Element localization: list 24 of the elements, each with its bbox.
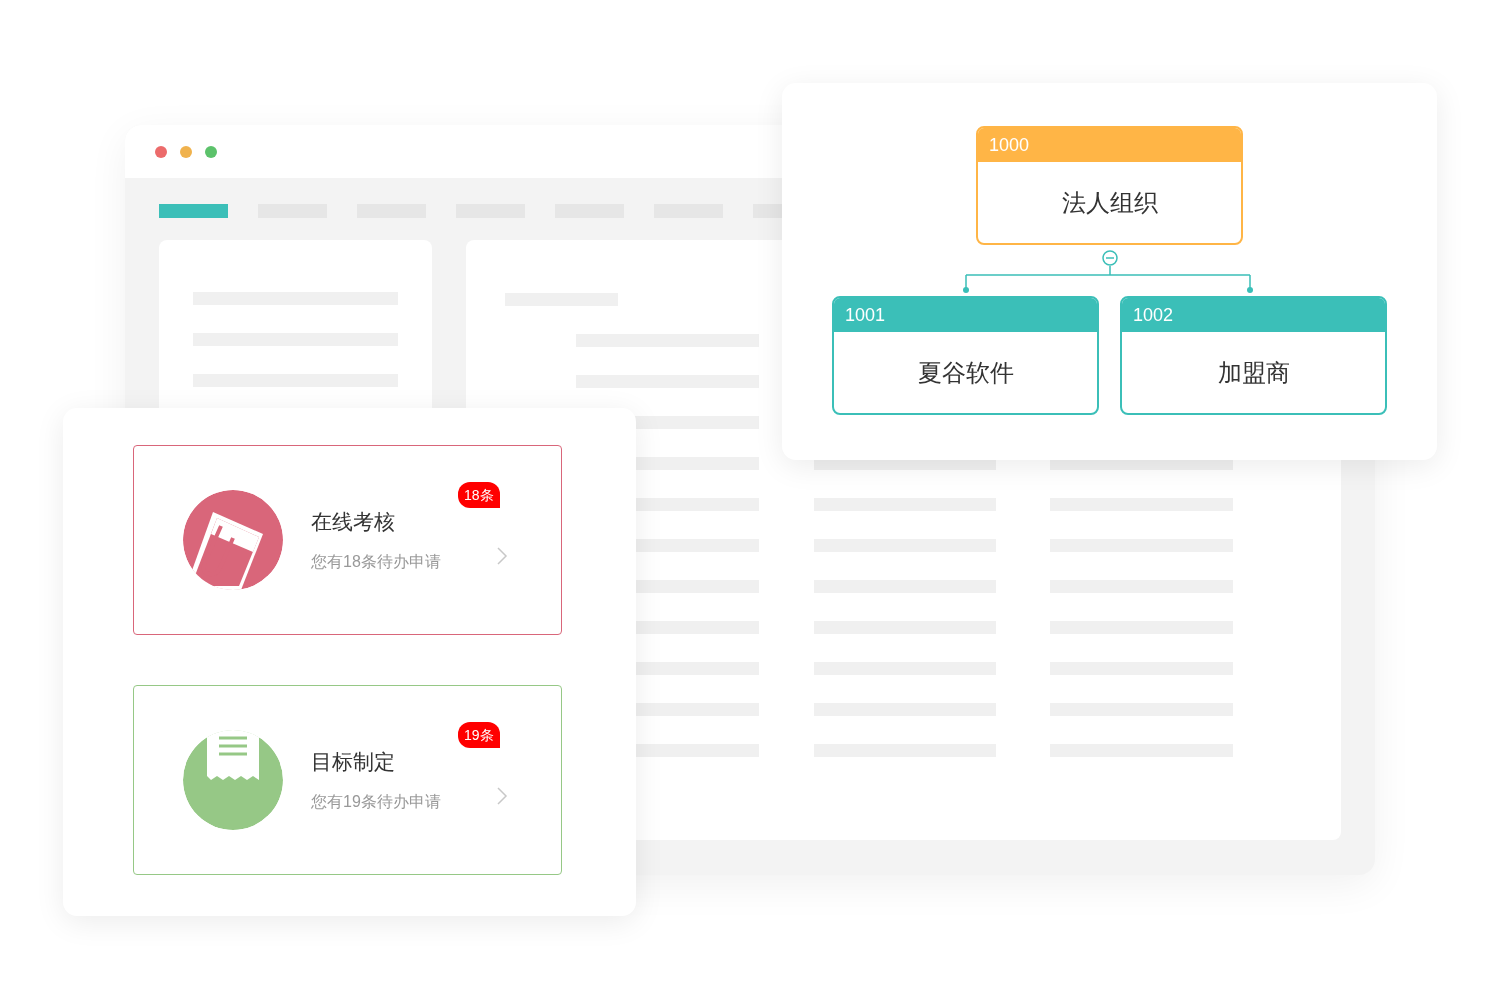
- task-subtitle: 您有18条待办申请: [311, 551, 441, 572]
- task-title: 在线考核: [311, 509, 396, 536]
- tab-placeholder[interactable]: [159, 204, 228, 218]
- task-title: 目标制定: [311, 749, 396, 776]
- task-subtitle: 您有19条待办申请: [311, 791, 441, 812]
- collapse-toggle-icon[interactable]: [1102, 250, 1118, 266]
- org-node[interactable]: 1000 法人组织: [976, 126, 1243, 245]
- node-code: 1001: [834, 298, 1097, 332]
- count-badge: 19条: [458, 722, 500, 748]
- node-name: 加盟商: [1216, 357, 1291, 388]
- chevron-right-icon[interactable]: [496, 546, 508, 566]
- task-card[interactable]: 目标制定 您有19条待办申请 19条: [133, 685, 562, 875]
- node-code: 1000: [978, 128, 1241, 162]
- org-node[interactable]: 1002 加盟商: [1120, 296, 1387, 415]
- org-node[interactable]: 1001 夏谷软件: [832, 296, 1099, 415]
- count-badge: 18条: [458, 482, 500, 508]
- chevron-right-icon[interactable]: [496, 786, 508, 806]
- receipt-icon: [183, 730, 283, 830]
- task-card[interactable]: 在线考核 您有18条待办申请 18条: [133, 445, 562, 635]
- node-name: 夏谷软件: [916, 357, 1015, 388]
- node-code: 1002: [1122, 298, 1385, 332]
- node-name: 法人组织: [1060, 187, 1159, 218]
- tab-placeholder[interactable]: [753, 204, 782, 218]
- paperclip-icon: [183, 490, 283, 590]
